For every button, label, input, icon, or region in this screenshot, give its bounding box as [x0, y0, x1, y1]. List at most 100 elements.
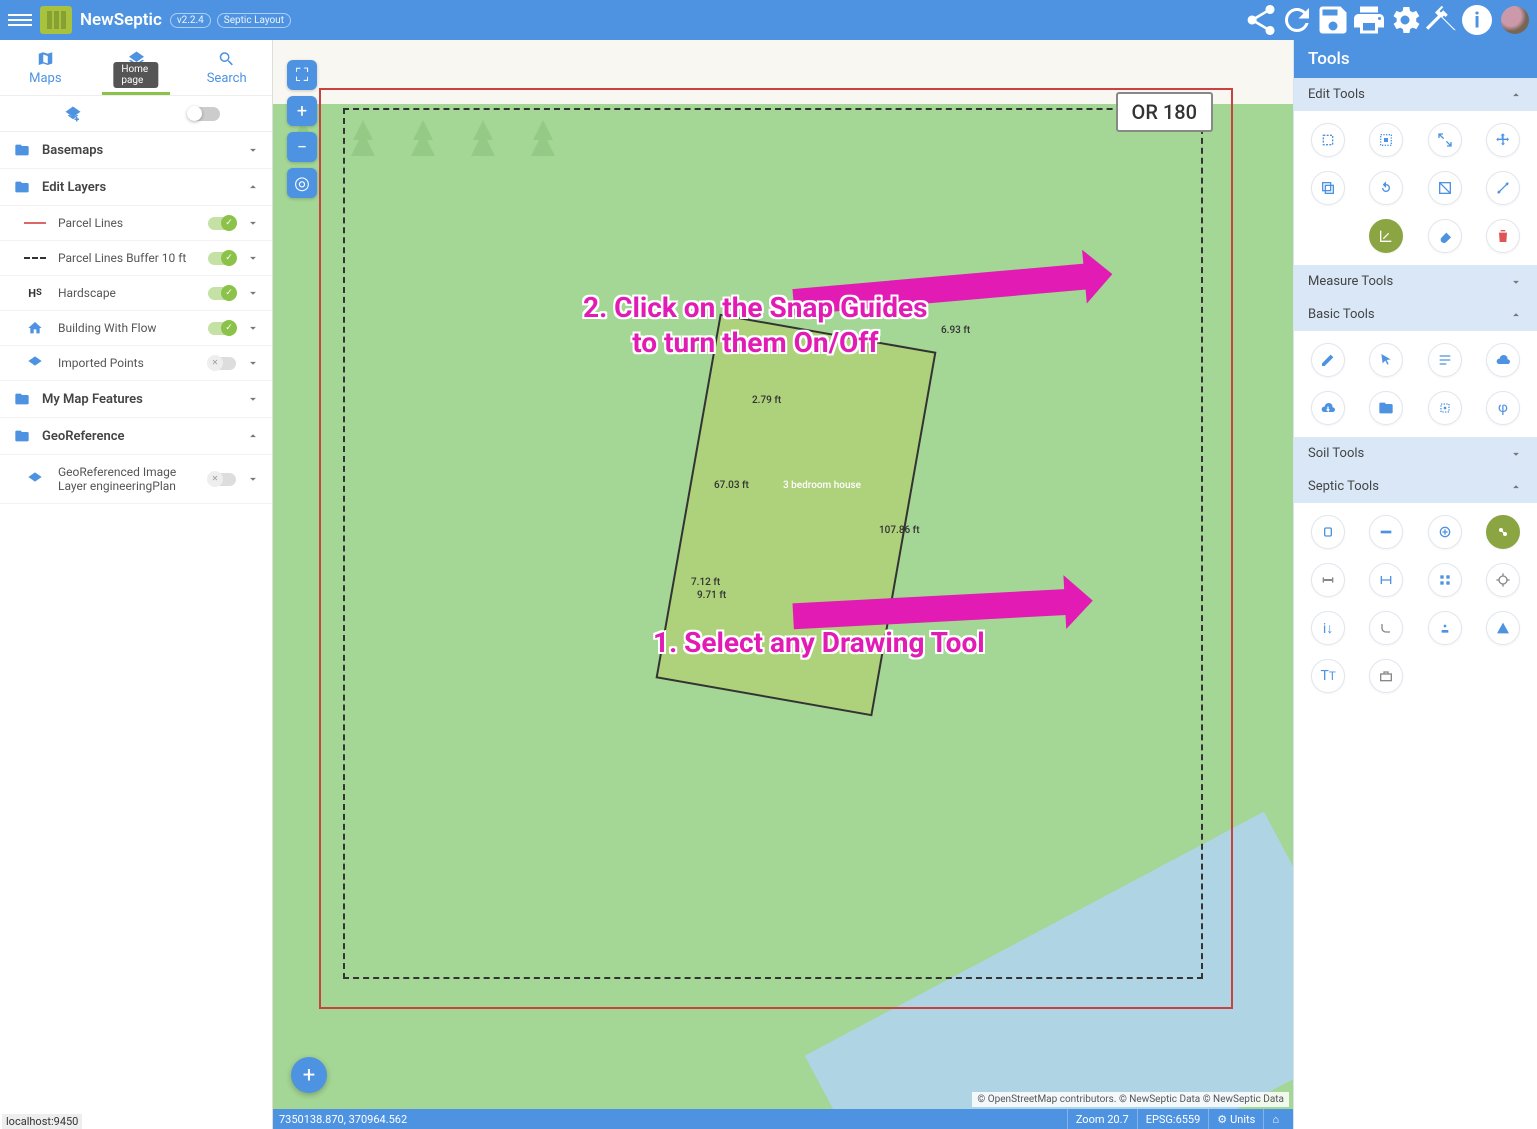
layer-building-flow[interactable]: Building With Flow [0, 311, 272, 346]
tab-maps-label: Maps [29, 71, 61, 86]
share-button[interactable] [1243, 0, 1279, 40]
tool-pipe[interactable] [1369, 515, 1403, 549]
layer-toggle[interactable] [208, 322, 236, 335]
tool-warn-tri[interactable] [1486, 611, 1520, 645]
layer-hardscape[interactable]: HS Hardscape [0, 276, 272, 311]
layer-toggle[interactable] [208, 252, 236, 265]
tool-paint[interactable] [1428, 219, 1462, 253]
print-button[interactable] [1351, 0, 1387, 40]
homepage-tooltip: Home page [113, 62, 158, 88]
layout-chip: Septic Layout [217, 13, 291, 28]
home-button[interactable]: ⌂ [1263, 1109, 1287, 1129]
save-button[interactable] [1315, 0, 1351, 40]
section-my-features[interactable]: My Map Features [0, 381, 272, 418]
coords-readout: 7350138.870, 370964.562 [279, 1113, 407, 1126]
settings-button[interactable] [1387, 0, 1423, 40]
tool-snap-guides[interactable] [1369, 219, 1403, 253]
tab-maps[interactable]: Maps [0, 40, 91, 95]
layer-parcel-buffer[interactable]: Parcel Lines Buffer 10 ft [0, 241, 272, 276]
tool-flow[interactable] [1369, 611, 1403, 645]
tool-grid[interactable] [1428, 563, 1462, 597]
search-icon [216, 50, 237, 68]
tool-label[interactable]: TT [1311, 659, 1345, 693]
tool-folder[interactable] [1369, 391, 1403, 425]
chevron-down-icon [246, 392, 260, 406]
edit-layers-label: Edit Layers [42, 180, 236, 195]
map-canvas[interactable]: 3 bedroom house 8.09 ft 11.17 ft 6.93 ft… [273, 40, 1293, 1129]
user-avatar-button[interactable] [1501, 6, 1529, 34]
acc-septic-tools[interactable]: Septic Tools [1294, 470, 1537, 503]
tool-cursor[interactable] [1369, 343, 1403, 377]
layer-georef-image[interactable]: GeoReferenced Image Layer engineeringPla… [0, 455, 272, 504]
layer-toggle[interactable] [208, 473, 236, 486]
tool-valve[interactable] [1486, 563, 1520, 597]
units-button[interactable]: ⚙ Units [1208, 1109, 1263, 1129]
sidebar-tabs: Maps Home page Layers Search [0, 40, 272, 96]
chevron-up-icon [1509, 88, 1523, 102]
home-icon [22, 321, 48, 335]
status-bar: 7350138.870, 370964.562 Zoom 20.7 EPSG:6… [273, 1109, 1293, 1129]
hardscape-swatch: HS [22, 286, 48, 300]
tool-drain[interactable] [1428, 515, 1462, 549]
my-features-label: My Map Features [42, 392, 236, 407]
section-georef[interactable]: GeoReference [0, 418, 272, 455]
add-feature-fab[interactable]: + [291, 1057, 327, 1093]
menu-button[interactable] [8, 8, 32, 32]
basic-tools-grid: φ [1294, 331, 1537, 437]
tool-target[interactable] [1428, 391, 1462, 425]
tool-warn-dot[interactable] [1428, 611, 1462, 645]
left-sidebar: Maps Home page Layers Search Basemaps [0, 40, 273, 1129]
tool-list[interactable] [1428, 343, 1462, 377]
layer-toggle[interactable] [208, 287, 236, 300]
locate-button[interactable]: ◎ [287, 168, 317, 198]
refresh-button[interactable] [1279, 0, 1315, 40]
tool-select-all[interactable] [1369, 123, 1403, 157]
fullscreen-button[interactable]: ⛶ [287, 60, 317, 90]
tool-crop[interactable] [1428, 171, 1462, 205]
tool-delete[interactable] [1486, 219, 1520, 253]
acc-measure-tools[interactable]: Measure Tools [1294, 265, 1537, 298]
tab-layers[interactable]: Home page Layers [91, 40, 182, 95]
zoom-readout[interactable]: Zoom 20.7 [1067, 1109, 1137, 1129]
tool-toolbox[interactable] [1369, 659, 1403, 693]
acc-basic-tools[interactable]: Basic Tools [1294, 298, 1537, 331]
layer-toggle[interactable] [208, 217, 236, 230]
tool-move[interactable] [1486, 123, 1520, 157]
tool-rotate[interactable] [1369, 171, 1403, 205]
tool-pencil[interactable] [1311, 343, 1345, 377]
tool-spacing[interactable] [1369, 563, 1403, 597]
tool-cloud-up[interactable] [1486, 343, 1520, 377]
edit-tools-grid [1294, 111, 1537, 265]
tool-select-rect[interactable] [1311, 123, 1345, 157]
chevron-up-icon [1509, 480, 1523, 494]
zoom-in-button[interactable]: + [287, 96, 317, 126]
add-layer-icon[interactable] [62, 105, 84, 123]
tools-title: Tools [1294, 40, 1537, 78]
tool-cloud-down[interactable] [1311, 391, 1345, 425]
tool-pump[interactable] [1486, 515, 1520, 549]
acc-edit-tools[interactable]: Edit Tools [1294, 78, 1537, 111]
tool-copy[interactable] [1311, 171, 1345, 205]
chevron-up-icon [246, 180, 260, 194]
section-basemaps[interactable]: Basemaps [0, 132, 272, 169]
layer-imported-points[interactable]: Imported Points [0, 346, 272, 381]
tab-search[interactable]: Search [181, 40, 272, 95]
tool-tank[interactable] [1311, 515, 1345, 549]
tool-split[interactable] [1486, 171, 1520, 205]
zoom-out-button[interactable]: − [287, 132, 317, 162]
section-edit-layers[interactable]: Edit Layers [0, 169, 272, 206]
layer-parcel-lines[interactable]: Parcel Lines [0, 206, 272, 241]
map-attribution: © OpenStreetMap contributors. © NewSepti… [972, 1092, 1289, 1107]
tool-connector[interactable] [1311, 563, 1345, 597]
tool-phi[interactable]: φ [1486, 391, 1520, 425]
global-visibility-toggle[interactable] [188, 107, 220, 121]
tools-button[interactable] [1423, 0, 1459, 40]
info-button[interactable]: i [1459, 0, 1495, 40]
layer-toggle[interactable] [208, 357, 236, 370]
chevron-down-icon [246, 251, 260, 265]
acc-soil-tools[interactable]: Soil Tools [1294, 437, 1537, 470]
epsg-readout[interactable]: EPSG:6559 [1137, 1109, 1209, 1129]
folder-icon [12, 391, 32, 407]
tool-resize[interactable] [1428, 123, 1462, 157]
tool-riser[interactable]: i↓ [1311, 611, 1345, 645]
